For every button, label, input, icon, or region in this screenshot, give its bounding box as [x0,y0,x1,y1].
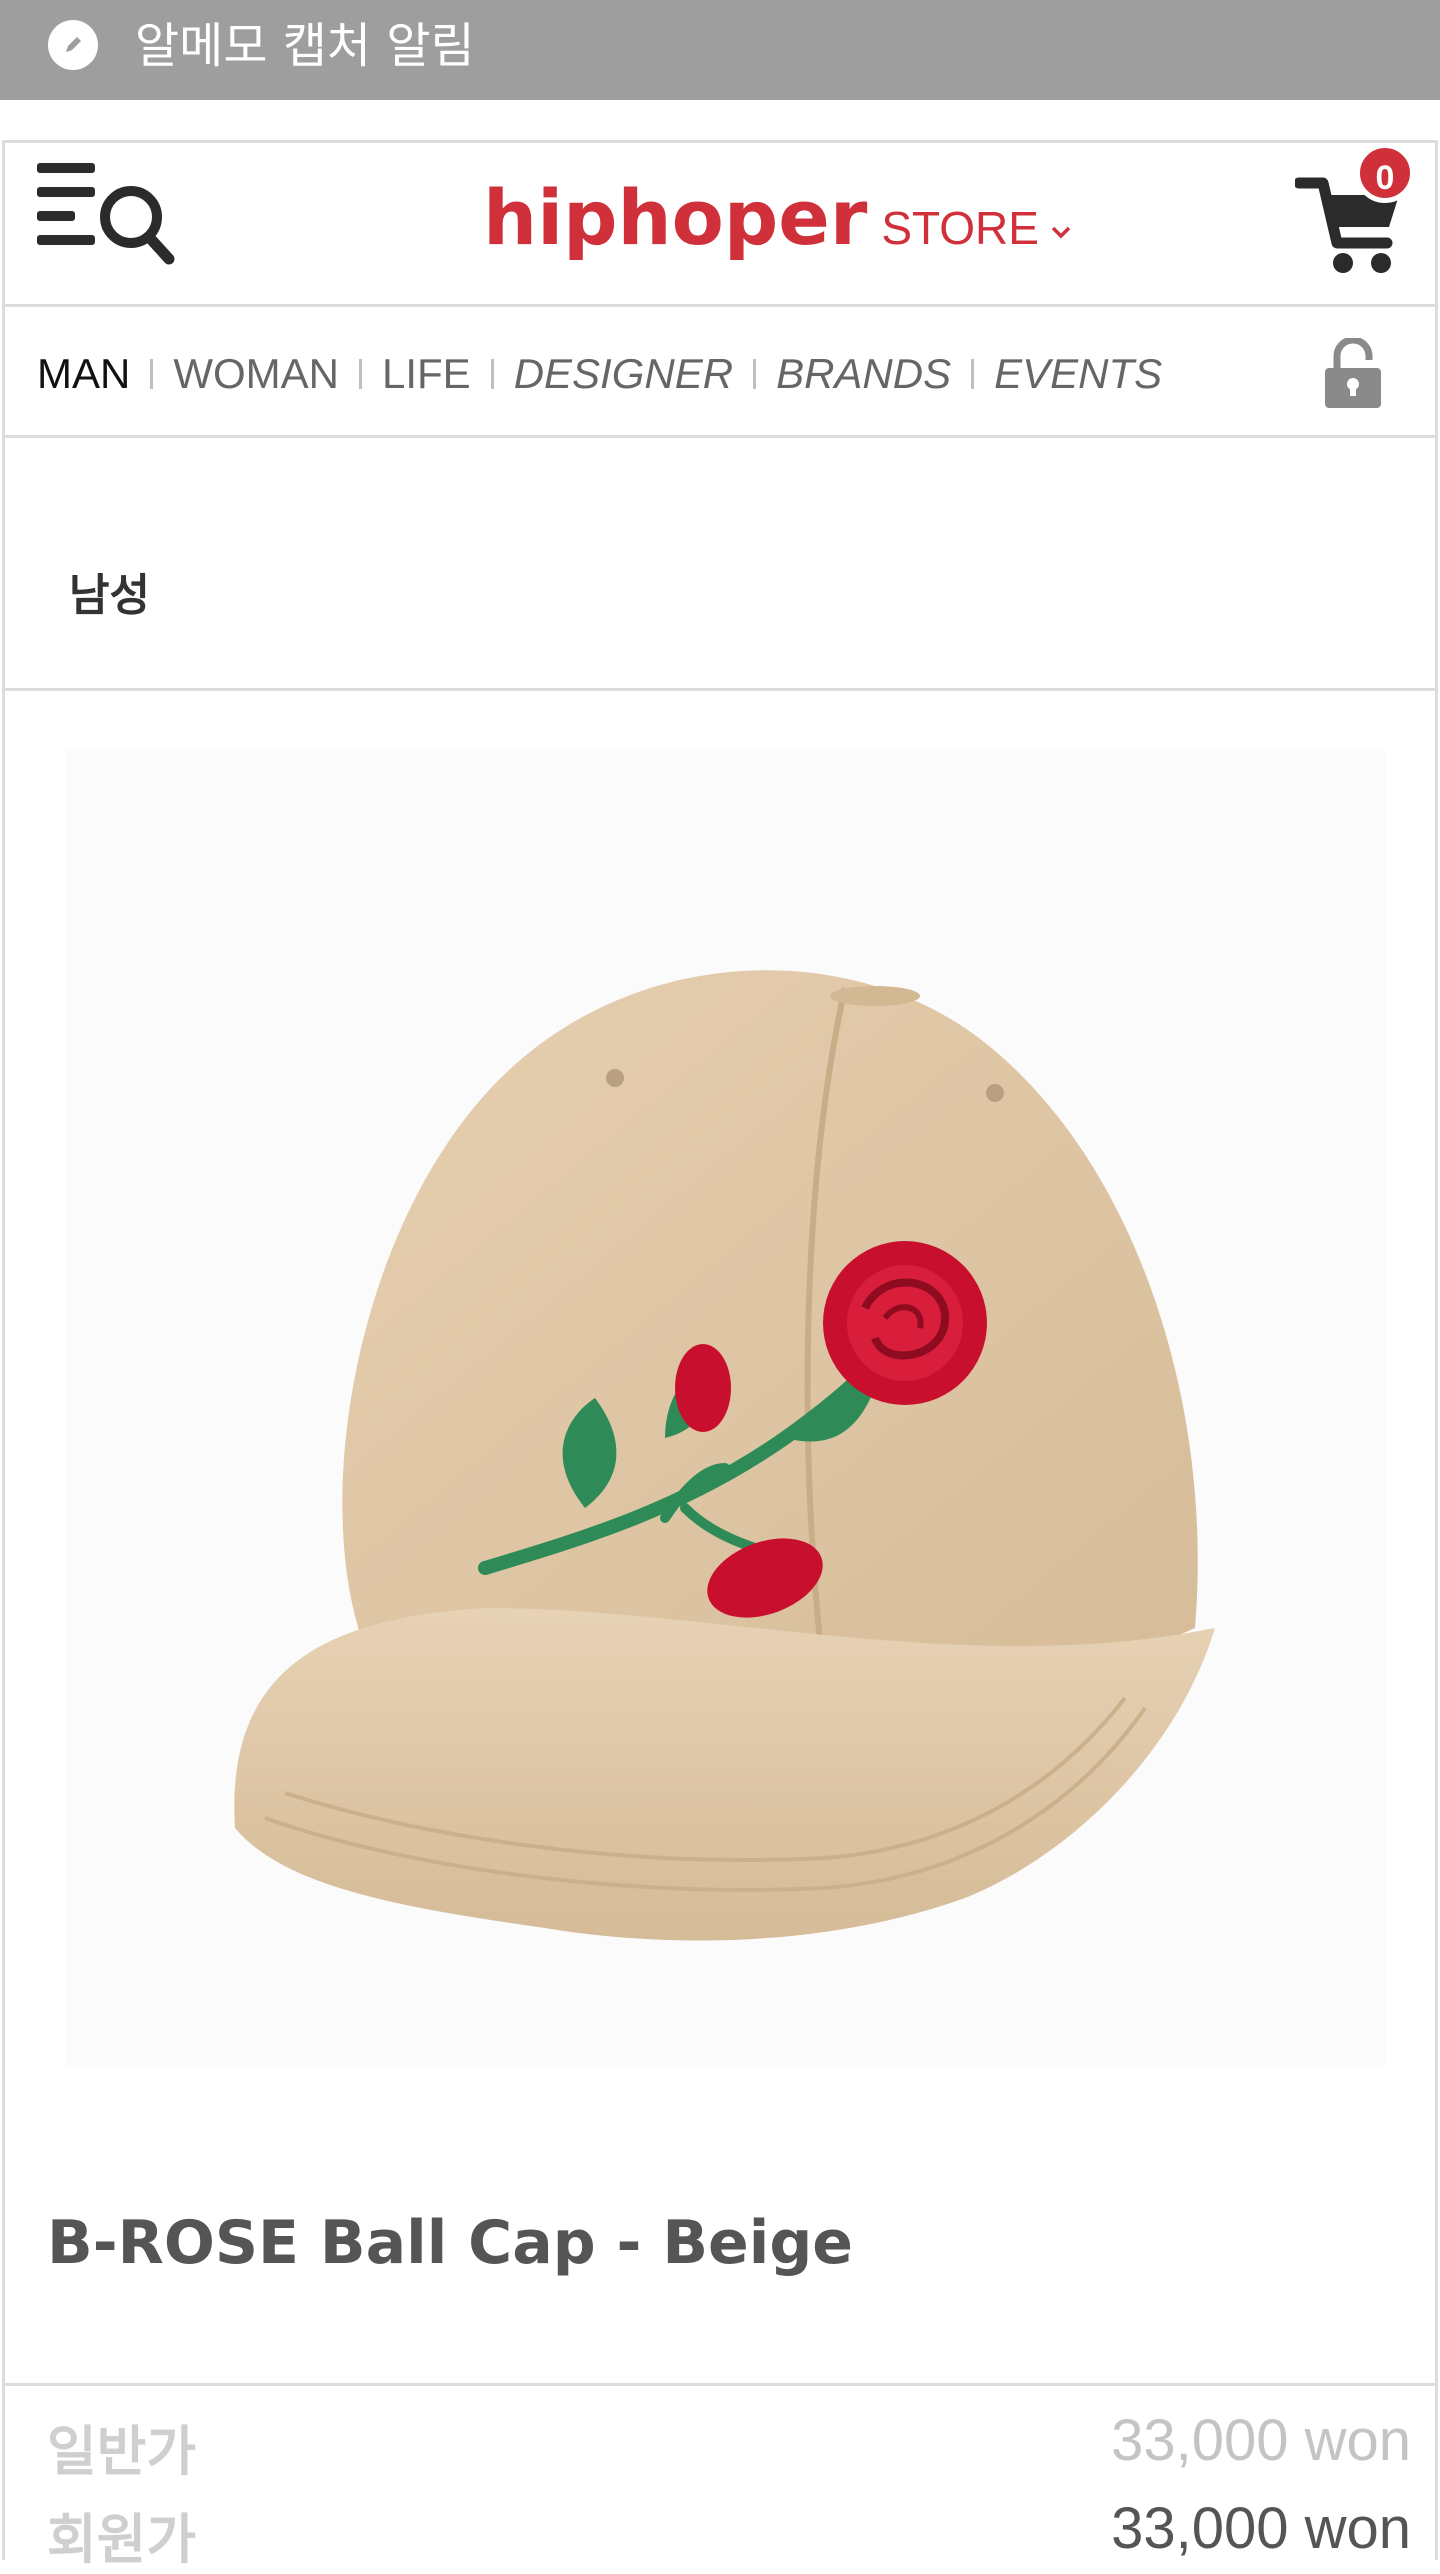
menu-search-icon [37,163,175,265]
site-header: hiphoper STORE 0 [5,143,1435,307]
brand-logo: hiphoper [483,173,868,262]
cart-count-badge: 0 [1355,143,1415,203]
store-label: STORE [881,202,1039,254]
nav-item-designer[interactable]: DESIGNER [514,350,733,398]
nav-item-brands[interactable]: BRANDS [776,350,951,398]
notification-bar: 알메모 캡처 알림 [0,0,1440,100]
divider [5,2383,1435,2386]
app-frame: hiphoper STORE 0 MAN WOMAN LIFE DESIGNER [2,140,1438,2571]
nav-separator [951,359,994,389]
regular-price-value: 33,000 won [1111,2408,1411,2473]
regular-price-row: 일반가 33,000 won [47,2407,1411,2486]
nav-item-woman[interactable]: WOMAN [173,350,339,398]
nav-separator [339,359,382,389]
nav-separator [471,359,514,389]
member-price-row: 회원가 33,000 won [47,2495,1411,2574]
notification-title: 알메모 캡처 알림 [135,18,475,74]
regular-price-label: 일반가 [47,2420,197,2483]
pen-icon [48,20,98,70]
chevron-down-icon [1051,226,1071,239]
store-logo[interactable]: hiphoper STORE [483,173,1073,262]
menu-search-button[interactable] [33,157,178,267]
nav-item-man[interactable]: MAN [37,350,130,398]
product-name: B-ROSE Ball Cap - Beige [47,2208,853,2278]
category-nav: MAN WOMAN LIFE DESIGNER BRANDS EVENTS [5,310,1435,438]
nav-item-events[interactable]: EVENTS [994,350,1162,398]
category-title-bar: 남성 [5,441,1435,691]
product-image[interactable] [65,748,1385,2068]
nav-separator [130,359,173,389]
unlock-icon [1325,336,1381,408]
nav-item-life[interactable]: LIFE [382,350,471,398]
login-button[interactable] [1321,336,1385,410]
category-title: 남성 [69,570,150,621]
member-price-label: 회원가 [47,2508,197,2571]
member-price-value: 33,000 won [1111,2496,1411,2561]
nav-separator [733,359,776,389]
cap-illustration [234,970,1215,1941]
